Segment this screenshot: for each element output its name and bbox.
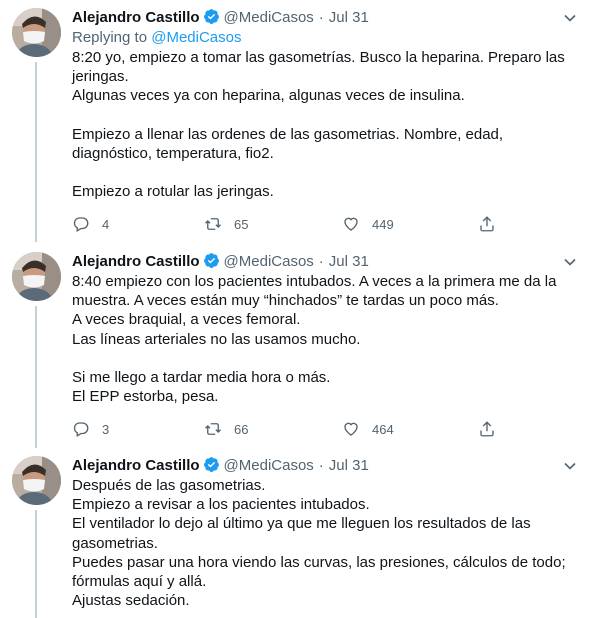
- share-icon: [480, 421, 494, 437]
- tweet-line: Empiezo a llenar las ordenes de las gaso…: [72, 125, 504, 143]
- retweet-button[interactable]: 66: [204, 419, 248, 439]
- avatar[interactable]: [12, 456, 61, 505]
- tweet-line: El ventilador lo dejo al último ya que m…: [72, 515, 531, 533]
- tweet-text: Después de las gasometrias. Empiezo a re…: [72, 476, 580, 610]
- tweet-line: Las líneas arteriales no las usamos much…: [72, 330, 361, 348]
- tweet-header: Alejandro Castillo @MediCasos · Jul 31: [72, 8, 580, 28]
- reply-button[interactable]: 4: [72, 214, 109, 234]
- replying-to: Replying to @MediCasos: [72, 28, 580, 48]
- tweet-line: Empiezo a rotular las jeringas.: [72, 183, 274, 201]
- tweet-date[interactable]: Jul 31: [329, 457, 369, 474]
- tweet-line: Algunas veces ya con heparina, algunas v…: [72, 87, 465, 105]
- verified-badge-icon: [203, 253, 219, 268]
- retweet-button[interactable]: 65: [204, 214, 248, 234]
- tweet-line: 8:20 yo, empiezo a tomar las gasometrías…: [72, 49, 565, 66]
- thread-connector-line: [35, 306, 37, 448]
- tweet-line: Si me llego a tardar media hora o más.: [72, 368, 331, 386]
- tweet-actions: 4 65 449: [72, 214, 580, 234]
- share-button[interactable]: [478, 214, 496, 234]
- retweet-count: 66: [234, 421, 249, 437]
- replying-to-link[interactable]: @MediCasos: [151, 29, 241, 46]
- tweet-date[interactable]: Jul 31: [329, 9, 369, 26]
- tweet-date[interactable]: Jul 31: [329, 253, 369, 270]
- author-handle[interactable]: @MediCasos: [224, 9, 314, 26]
- tweet-header: Alejandro Castillo @MediCasos · Jul 31: [72, 456, 580, 476]
- thread-connector-line: [35, 62, 37, 242]
- tweet-3[interactable]: Alejandro Castillo @MediCasos · Jul 31 Desp…: [0, 448, 596, 618]
- like-count: 464: [372, 421, 394, 437]
- retweet-icon: [205, 218, 221, 231]
- avatar[interactable]: [12, 252, 61, 301]
- avatar[interactable]: [12, 8, 61, 57]
- tweet-line: gasometrias.: [72, 534, 158, 552]
- verified-badge-icon: [203, 9, 219, 24]
- tweet-line: Ajustas sedación.: [72, 592, 190, 610]
- like-button[interactable]: 464: [342, 419, 394, 439]
- chevron-down-icon[interactable]: [560, 252, 580, 272]
- tweet-line: Después de las gasometrias.: [72, 477, 266, 494]
- tweet-line: jeringas.: [72, 68, 129, 86]
- replying-to-label: Replying to: [72, 29, 148, 46]
- reply-count: 4: [102, 216, 110, 232]
- reply-icon: [73, 422, 89, 438]
- tweet-line: A veces braquial, a veces femoral.: [72, 311, 301, 329]
- reply-button[interactable]: 3: [72, 419, 109, 439]
- author-name[interactable]: Alejandro Castillo: [72, 457, 200, 474]
- tweet-line: El EPP estorba, pesa.: [72, 388, 219, 406]
- retweet-count: 65: [234, 216, 249, 232]
- tweet-text: 8:20 yo, empiezo a tomar las gasometrías…: [72, 48, 580, 201]
- heart-icon: [344, 217, 358, 232]
- separator-dot: ·: [318, 457, 324, 474]
- tweet-line: diagnóstico, temperatura, fio2.: [72, 144, 274, 162]
- like-button[interactable]: 449: [342, 214, 394, 234]
- author-handle[interactable]: @MediCasos: [224, 253, 314, 270]
- share-button[interactable]: [478, 419, 496, 439]
- tweet-header: Alejandro Castillo @MediCasos · Jul 31: [72, 252, 580, 272]
- reply-count: 3: [102, 421, 110, 437]
- like-count: 449: [372, 216, 394, 232]
- tweet-line: fórmulas aquí y allá.: [72, 573, 207, 591]
- tweet-text: 8:40 empiezo con los pacientes intubados…: [72, 272, 580, 406]
- reply-icon: [73, 217, 89, 233]
- retweet-icon: [205, 423, 221, 436]
- author-handle[interactable]: @MediCasos: [224, 457, 314, 474]
- verified-badge-icon: [203, 457, 219, 472]
- author-name[interactable]: Alejandro Castillo: [72, 253, 200, 270]
- chevron-down-icon[interactable]: [560, 8, 580, 28]
- chevron-down-icon[interactable]: [560, 456, 580, 476]
- separator-dot: ·: [318, 253, 324, 270]
- separator-dot: ·: [318, 9, 324, 26]
- tweet-line: 8:40 empiezo con los pacientes intubados…: [72, 273, 557, 290]
- tweet-line: Puedes pasar una hora viendo las curvas,…: [72, 553, 566, 571]
- author-name[interactable]: Alejandro Castillo: [72, 9, 200, 26]
- tweet-line: Empiezo a revisar a los pacientes intuba…: [72, 496, 370, 514]
- share-icon: [480, 216, 494, 232]
- thread-connector-line: [35, 510, 37, 618]
- heart-icon: [344, 422, 358, 437]
- tweet-2[interactable]: Alejandro Castillo @MediCasos · Jul 31 8:40…: [0, 244, 596, 448]
- tweet-line: muestra. A veces están muy “hinchados” t…: [72, 292, 499, 310]
- tweet-1[interactable]: Alejandro Castillo @MediCasos · Jul 31 Repl…: [0, 0, 596, 242]
- tweet-actions: 3 66 464: [72, 419, 580, 439]
